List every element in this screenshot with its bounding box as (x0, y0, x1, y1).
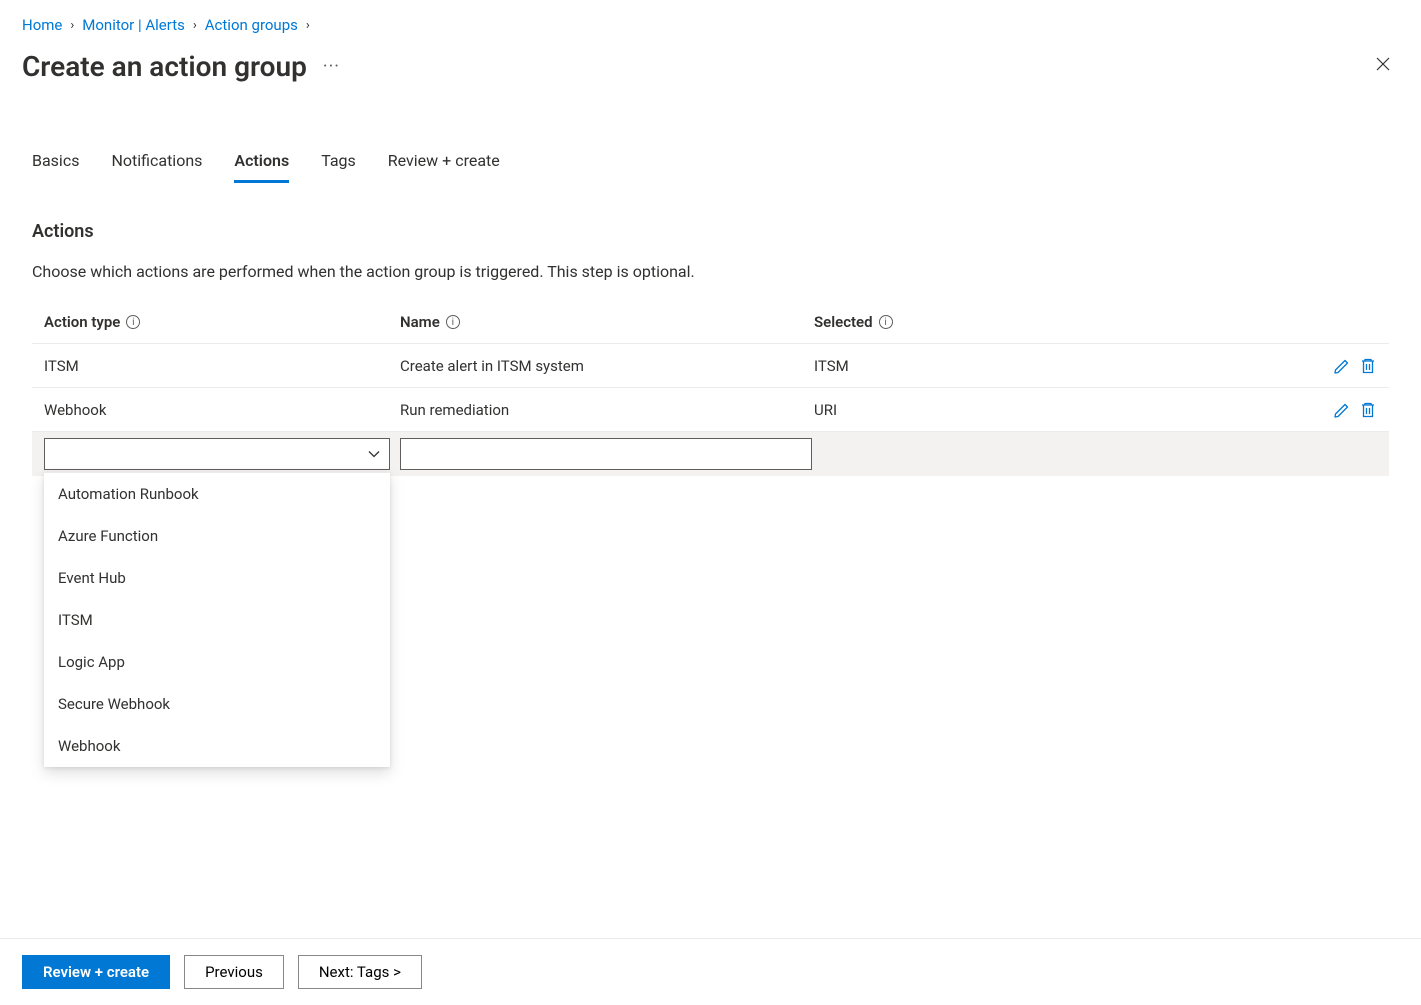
cell-name: Run remediation (400, 401, 814, 419)
tab-basics[interactable]: Basics (32, 151, 79, 183)
info-icon[interactable]: i (446, 315, 460, 329)
chevron-right-icon: › (306, 18, 310, 33)
tab-notifications[interactable]: Notifications (111, 151, 202, 183)
section-description: Choose which actions are performed when … (32, 262, 1389, 281)
dropdown-option-logic-app[interactable]: Logic App (44, 641, 390, 683)
cell-selected: ITSM (814, 357, 1307, 375)
cell-action-type: Webhook (44, 401, 400, 419)
tab-actions[interactable]: Actions (234, 151, 289, 183)
chevron-down-icon (367, 447, 381, 461)
dropdown-option-automation-runbook[interactable]: Automation Runbook (44, 473, 390, 515)
breadcrumb-monitor-alerts[interactable]: Monitor | Alerts (82, 16, 185, 34)
dropdown-option-webhook[interactable]: Webhook (44, 725, 390, 767)
more-icon[interactable]: ··· (323, 56, 340, 77)
action-name-input[interactable] (400, 438, 812, 470)
actions-section: Actions Choose which actions are perform… (0, 183, 1421, 476)
column-name: Name (400, 313, 440, 331)
edit-button[interactable] (1333, 401, 1351, 419)
review-create-button[interactable]: Review + create (22, 955, 170, 989)
dropdown-option-azure-function[interactable]: Azure Function (44, 515, 390, 557)
footer: Review + create Previous Next: Tags > (0, 938, 1421, 1005)
cell-selected: URI (814, 401, 1307, 419)
section-title: Actions (32, 221, 1389, 242)
breadcrumb: Home › Monitor | Alerts › Action groups … (0, 0, 1421, 42)
delete-button[interactable] (1359, 401, 1377, 419)
cell-name: Create alert in ITSM system (400, 357, 814, 375)
page-title: Create an action group (22, 50, 307, 83)
dropdown-panel: Automation Runbook Azure Function Event … (44, 472, 390, 767)
breadcrumb-action-groups[interactable]: Action groups (205, 16, 298, 34)
tab-tags[interactable]: Tags (321, 151, 356, 183)
page-header: Create an action group ··· (0, 42, 1421, 83)
chevron-right-icon: › (193, 18, 197, 33)
edit-button[interactable] (1333, 357, 1351, 375)
column-action-type: Action type (44, 313, 120, 331)
close-icon (1375, 56, 1391, 72)
dropdown-option-event-hub[interactable]: Event Hub (44, 557, 390, 599)
table-header: Action type i Name i Selected i (32, 313, 1389, 344)
tab-review-create[interactable]: Review + create (388, 151, 500, 183)
tabs: Basics Notifications Actions Tags Review… (0, 83, 1421, 183)
cell-action-type: ITSM (44, 357, 400, 375)
trash-icon (1359, 357, 1377, 375)
breadcrumb-home[interactable]: Home (22, 16, 62, 34)
previous-button[interactable]: Previous (184, 955, 284, 989)
new-action-row: Automation Runbook Azure Function Event … (32, 432, 1389, 476)
close-button[interactable] (1367, 52, 1399, 81)
table-row: ITSM Create alert in ITSM system ITSM (32, 344, 1389, 388)
info-icon[interactable]: i (879, 315, 893, 329)
dropdown-option-secure-webhook[interactable]: Secure Webhook (44, 683, 390, 725)
chevron-right-icon: › (70, 18, 74, 33)
trash-icon (1359, 401, 1377, 419)
info-icon[interactable]: i (126, 315, 140, 329)
dropdown-option-itsm[interactable]: ITSM (44, 599, 390, 641)
column-selected: Selected (814, 313, 873, 331)
table-row: Webhook Run remediation URI (32, 388, 1389, 432)
delete-button[interactable] (1359, 357, 1377, 375)
action-type-dropdown[interactable] (44, 438, 390, 470)
next-button[interactable]: Next: Tags > (298, 955, 422, 989)
pencil-icon (1333, 357, 1351, 375)
pencil-icon (1333, 401, 1351, 419)
